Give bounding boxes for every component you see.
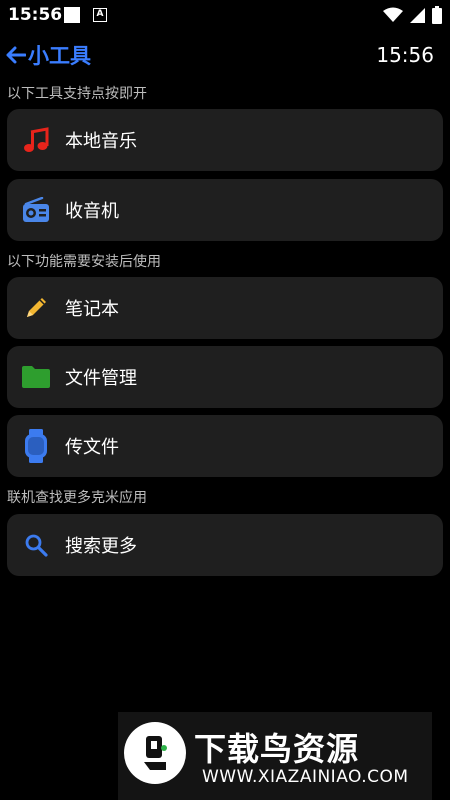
back-arrow-icon — [6, 46, 26, 64]
notification-square-icon — [64, 7, 80, 23]
card-label: 文件管理 — [65, 368, 137, 389]
music-note-icon — [21, 125, 51, 155]
section-label-install-required: 以下功能需要安装后使用 — [7, 254, 161, 270]
folder-icon — [21, 362, 51, 392]
signal-icon — [410, 7, 425, 23]
page-title: 小工具 — [28, 44, 91, 68]
watermark-url: WWW.XIAZAINIAO.COM — [202, 767, 409, 787]
app-bar: 小工具 15:56 — [0, 38, 450, 78]
file-manager-item[interactable]: 文件管理 — [7, 346, 443, 408]
notification-a-icon: A — [93, 8, 107, 22]
search-icon — [21, 530, 51, 560]
status-time: 15:56 — [8, 5, 63, 25]
status-icons — [383, 6, 442, 24]
battery-icon — [432, 6, 442, 24]
section-label-online-search: 联机查找更多克米应用 — [7, 490, 147, 506]
watermark-name: 下载鸟资源 — [194, 730, 360, 768]
pencil-icon — [21, 293, 51, 323]
card-label: 笔记本 — [65, 299, 119, 320]
wifi-icon — [383, 7, 403, 22]
bird-logo-icon — [124, 722, 186, 784]
status-bar: 15:56 A — [0, 0, 450, 32]
card-label: 搜索更多 — [65, 536, 137, 557]
notebook-item[interactable]: 笔记本 — [7, 277, 443, 339]
back-button[interactable]: 小工具 — [6, 40, 91, 70]
transfer-file-item[interactable]: 传文件 — [7, 415, 443, 477]
watermark-banner: 下载鸟资源 WWW.XIAZAINIAO.COM — [118, 712, 432, 800]
card-label: 传文件 — [65, 437, 119, 458]
local-music-item[interactable]: 本地音乐 — [7, 109, 443, 171]
card-label: 本地音乐 — [65, 131, 137, 152]
section-label-quick-tools: 以下工具支持点按即开 — [7, 86, 147, 102]
watch-icon — [21, 429, 51, 463]
header-clock: 15:56 — [376, 43, 434, 67]
search-more-item[interactable]: 搜索更多 — [7, 514, 443, 576]
radio-item[interactable]: 收音机 — [7, 179, 443, 241]
radio-icon — [21, 195, 51, 225]
card-label: 收音机 — [65, 201, 119, 222]
